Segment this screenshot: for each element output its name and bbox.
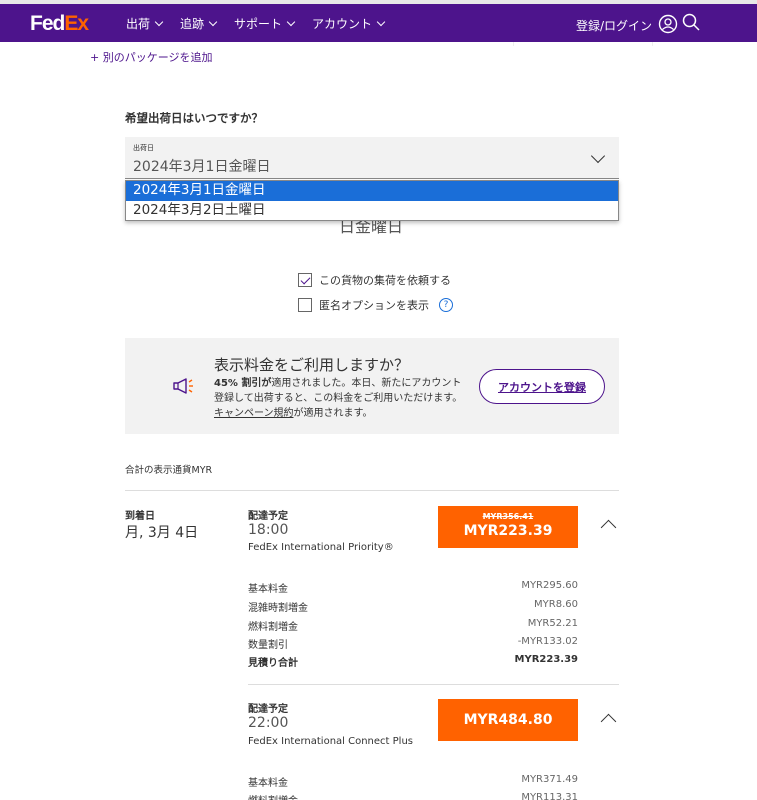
promo-title: 表示料金をご利用しますか？ <box>214 356 410 374</box>
nav-support[interactable]: サポート <box>234 15 296 32</box>
promo-text: 45% 割引が適用されました。本日、新たにアカウント登録して出荷すると、この料金… <box>214 378 463 419</box>
delivery-time: 18:00 <box>248 522 289 538</box>
delivery-label: 配達予定 <box>248 704 288 715</box>
price-button[interactable]: MYR356.41 MYR223.39 <box>438 506 578 548</box>
charge-row: 燃料割増金MYR113.31 <box>248 792 578 800</box>
nav-account[interactable]: アカウント <box>312 15 386 32</box>
nav-shipping[interactable]: 出荷 <box>126 15 164 32</box>
divider <box>125 490 619 491</box>
arrival-label: 到着日 <box>125 511 155 522</box>
price: MYR484.80 <box>463 712 553 728</box>
top-nav-bar: FedEx 出荷 追跡 サポート アカウント 登録/ログイン <box>0 0 757 42</box>
charge-row: 数量割引 -MYR133.02 <box>248 636 578 651</box>
search-button[interactable] <box>682 13 700 35</box>
divider <box>513 42 514 46</box>
ship-date-option[interactable]: 2024年3月2日土曜日 <box>126 201 618 221</box>
help-icon[interactable]: ? <box>439 298 453 312</box>
service-name: FedEx International Priority® <box>248 542 394 553</box>
charge-row: 燃料割増金 MYR52.21 <box>248 618 578 633</box>
ship-date-option[interactable]: 2024年3月1日金曜日 <box>126 181 618 201</box>
ship-date-select[interactable]: 出荷日 2024年3月1日金曜日 <box>125 137 619 179</box>
chevron-up-icon[interactable] <box>600 713 617 730</box>
arrival-date: 月, 3月 4日 <box>125 525 199 541</box>
divider <box>248 684 619 685</box>
chevron-down-icon <box>154 17 164 26</box>
campaign-terms-link[interactable]: キャンペーン規約 <box>214 408 294 419</box>
anonymous-option[interactable]: 匿名オプションを表示 ? <box>298 297 453 313</box>
megaphone-icon <box>171 376 195 400</box>
charge-row: 基本料金 MYR371.49 <box>248 774 578 789</box>
ship-date-question: 希望出荷日はいつですか？ <box>125 111 263 125</box>
anonymous-checkbox[interactable] <box>298 298 312 312</box>
register-account-button[interactable]: アカウントを登録 <box>479 369 605 404</box>
chevron-down-icon <box>286 17 296 26</box>
login-link[interactable]: 登録/ログイン <box>576 14 678 37</box>
ship-date-label: 出荷日 <box>133 144 154 152</box>
delivery-time: 22:00 <box>248 715 289 731</box>
main-nav: 出荷 追跡 サポート アカウント <box>126 15 386 32</box>
search-icon <box>682 13 700 35</box>
chevron-down-icon <box>208 17 218 26</box>
original-price: MYR356.41 <box>482 512 534 521</box>
add-package-link[interactable]: + 別のパッケージを追加 <box>90 49 213 65</box>
divider <box>652 42 653 46</box>
ship-date-value: 2024年3月1日金曜日 <box>133 159 271 175</box>
user-icon <box>658 14 678 37</box>
pickup-checkbox[interactable] <box>298 273 312 287</box>
delivery-label: 配達予定 <box>248 511 288 522</box>
discounted-price: MYR223.39 <box>463 523 553 539</box>
pickup-option[interactable]: この貨物の集荷を依頼する <box>298 272 451 288</box>
service-name: FedEx International Connect Plus <box>248 736 414 747</box>
chevron-up-icon[interactable] <box>600 519 617 536</box>
fedex-logo[interactable]: FedEx <box>30 12 89 36</box>
currency-note: 合計の表示通貨MYR <box>125 465 213 476</box>
chevron-down-icon <box>590 148 606 164</box>
charge-row: 基本料金 MYR295.60 <box>248 580 578 595</box>
charge-row: 混雑時割増金 MYR8.60 <box>248 599 578 614</box>
ship-date-dropdown: 2024年3月1日金曜日 2024年3月2日土曜日 <box>125 180 619 221</box>
promo-banner: 表示料金をご利用しますか？ 45% 割引が適用されました。本日、新たにアカウント… <box>125 338 619 434</box>
nav-tracking[interactable]: 追跡 <box>180 15 218 32</box>
charge-total: 見積り合計 MYR223.39 <box>248 654 578 669</box>
price-button[interactable]: MYR484.80 <box>438 699 578 741</box>
chevron-down-icon <box>376 17 386 26</box>
